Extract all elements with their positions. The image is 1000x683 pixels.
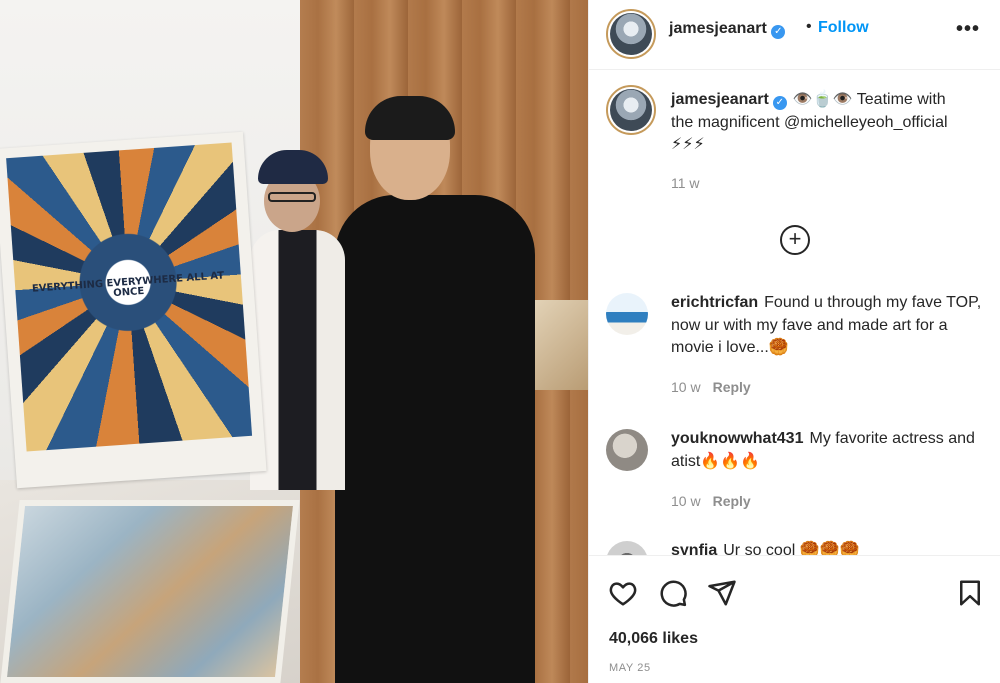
comments-list[interactable]: jamesjeanart ✓ 👁️🍵👁️ Teatime with the magn… — [589, 71, 1000, 555]
caption-username[interactable]: jamesjeanart — [671, 91, 769, 108]
likes-count[interactable]: 40,066 likes — [609, 630, 698, 648]
poster-artwork: EVERYTHING EVERYWHERE ALL AT ONCE — [6, 142, 253, 452]
art-stand — [535, 300, 588, 390]
author-avatar[interactable] — [606, 9, 656, 59]
author-username[interactable]: jamesjeanart — [669, 20, 767, 37]
comment-icon[interactable] — [658, 578, 688, 608]
follow-button[interactable]: Follow — [818, 19, 869, 37]
load-more-comments-button[interactable]: + — [780, 225, 810, 255]
heart-icon[interactable] — [608, 578, 638, 608]
caption-time[interactable]: 11 w — [671, 175, 700, 191]
comment-text: synfia Ur so cool 🥮🥮🥮 — [671, 540, 993, 555]
comment-username[interactable]: synfia — [671, 542, 717, 555]
post-header: jamesjeanart ✓ • Follow ••• — [589, 0, 1000, 70]
caption-text: jamesjeanart ✓ 👁️🍵👁️ Teatime with the magn… — [671, 89, 971, 157]
more-options-icon[interactable]: ••• — [956, 18, 980, 41]
verified-badge-icon: ✓ — [771, 25, 786, 39]
commenter-avatar[interactable] — [606, 429, 648, 471]
post-side-panel: jamesjeanart ✓ • Follow ••• jamesjeanart… — [588, 0, 1000, 683]
comment-meta: 10 w Reply — [671, 493, 751, 509]
man-figure — [335, 96, 535, 683]
reply-button[interactable]: Reply — [713, 493, 751, 509]
art-print-on-table — [0, 500, 300, 683]
post-photo[interactable]: EVERYTHING EVERYWHERE ALL AT ONCE — [0, 0, 588, 683]
reply-button[interactable]: Reply — [713, 379, 751, 395]
separator-dot: • — [806, 18, 812, 35]
post-actions: 40,066 likes MAY 25 — [589, 555, 1000, 683]
bookmark-icon[interactable] — [955, 578, 985, 608]
author-name-group: jamesjeanart ✓ — [669, 20, 786, 39]
commenter-avatar[interactable] — [606, 541, 648, 555]
poster-title: EVERYTHING EVERYWHERE ALL AT ONCE — [31, 270, 225, 300]
comment-text: youknowwhat431 My favorite actress and at… — [671, 428, 993, 473]
movie-poster: EVERYTHING EVERYWHERE ALL AT ONCE — [0, 131, 267, 489]
verified-badge-icon: ✓ — [772, 96, 787, 110]
comment-username[interactable]: erichtricfan — [671, 294, 758, 311]
comment-time[interactable]: 10 w — [671, 379, 701, 395]
commenter-avatar[interactable] — [606, 293, 648, 335]
paper-plane-icon[interactable] — [707, 578, 737, 608]
comment-meta: 10 w Reply — [671, 379, 751, 395]
comment-username[interactable]: youknowwhat431 — [671, 430, 803, 447]
comment-time[interactable]: 10 w — [671, 493, 701, 509]
comment-body: Ur so cool 🥮🥮🥮 — [723, 542, 860, 555]
post-date[interactable]: MAY 25 — [609, 662, 651, 674]
caption-avatar[interactable] — [606, 85, 656, 135]
comment-text: erichtricfan Found u through my fave TOP,… — [671, 292, 993, 360]
